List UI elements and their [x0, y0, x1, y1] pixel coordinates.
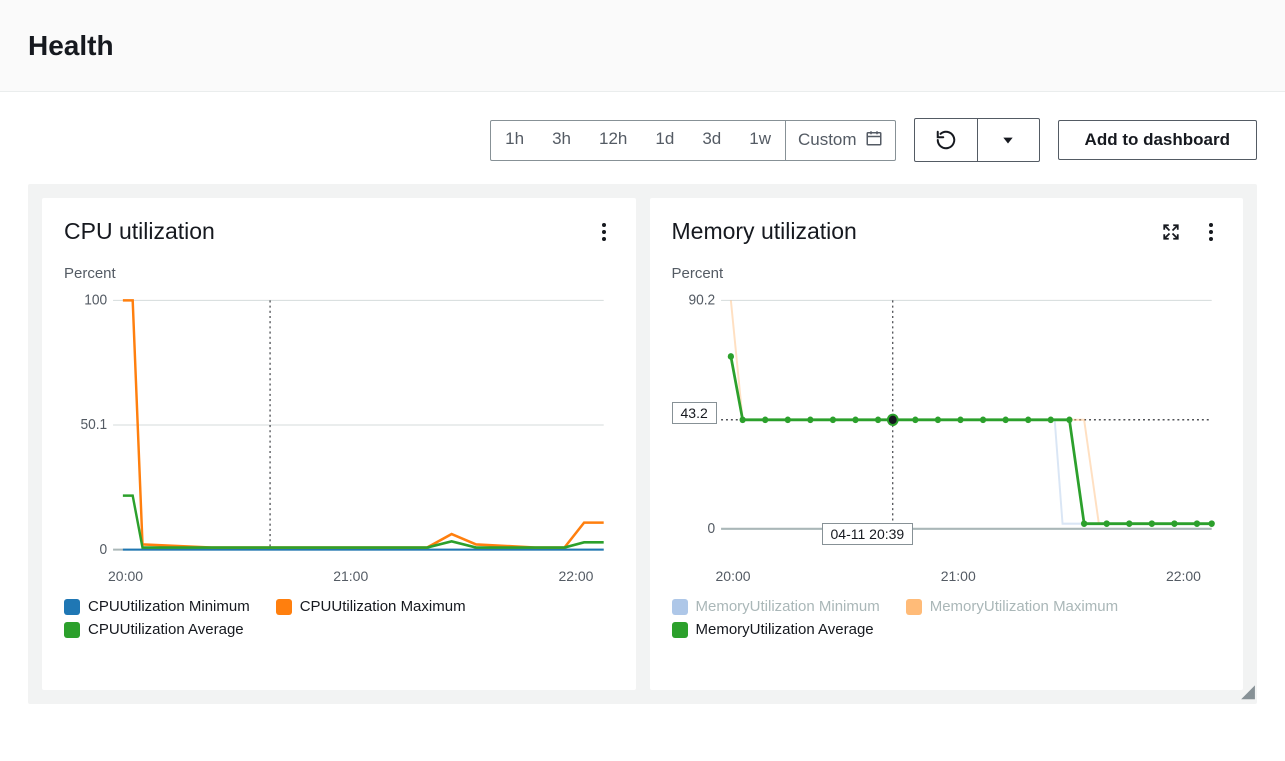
header: Health — [0, 0, 1285, 92]
time-range-custom-label: Custom — [798, 130, 857, 150]
cpu-ylabel: Percent — [64, 265, 614, 282]
memory-panel-menu-button[interactable] — [1201, 222, 1221, 242]
svg-text:0: 0 — [100, 540, 108, 556]
cpu-xticks: 20:00 21:00 22:00 — [64, 568, 614, 584]
swatch-icon — [64, 599, 80, 615]
cpu-legend: CPUUtilization Minimum CPUUtilization Ma… — [64, 598, 614, 638]
swatch-icon — [672, 622, 688, 638]
time-range-12h[interactable]: 12h — [585, 121, 641, 160]
panels-container: CPU utilization Percent 100 50.1 0 — [28, 184, 1257, 704]
svg-text:100: 100 — [84, 291, 107, 307]
legend-mem-avg[interactable]: MemoryUtilization Average — [672, 621, 874, 638]
svg-text:50.1: 50.1 — [80, 416, 107, 432]
refresh-button[interactable] — [915, 119, 977, 161]
time-range-custom[interactable]: Custom — [785, 121, 895, 160]
time-range-1d[interactable]: 1d — [641, 121, 688, 160]
refresh-dropdown-button[interactable] — [977, 119, 1039, 161]
time-range-3d[interactable]: 3d — [688, 121, 735, 160]
legend-mem-min[interactable]: MemoryUtilization Minimum — [672, 598, 880, 615]
swatch-icon — [906, 599, 922, 615]
legend-cpu-avg[interactable]: CPUUtilization Average — [64, 621, 244, 638]
cpu-panel: CPU utilization Percent 100 50.1 0 — [42, 198, 636, 690]
legend-cpu-max[interactable]: CPUUtilization Maximum — [276, 598, 466, 615]
legend-mem-max[interactable]: MemoryUtilization Maximum — [906, 598, 1118, 615]
time-range-3h[interactable]: 3h — [538, 121, 585, 160]
svg-text:0: 0 — [707, 520, 715, 536]
time-range-1w[interactable]: 1w — [735, 121, 785, 160]
cpu-panel-menu-button[interactable] — [594, 222, 614, 242]
cpu-plot[interactable]: 100 50.1 0 — [64, 290, 614, 560]
swatch-icon — [672, 599, 688, 615]
memory-panel: Memory utilization Percent 43.2 04-11 20… — [650, 198, 1244, 690]
controls-row: 1h 3h 12h 1d 3d 1w Custom Add to dashboa… — [0, 92, 1285, 162]
time-range-1h[interactable]: 1h — [491, 121, 538, 160]
memory-xticks: 20:00 21:00 22:00 — [672, 568, 1222, 584]
swatch-icon — [276, 599, 292, 615]
refresh-group — [914, 118, 1040, 162]
add-to-dashboard-button[interactable]: Add to dashboard — [1058, 120, 1257, 160]
swatch-icon — [64, 622, 80, 638]
page-title: Health — [28, 30, 114, 62]
memory-plot[interactable]: 43.2 04-11 20:39 90.2 0 — [672, 290, 1222, 560]
memory-legend: MemoryUtilization Minimum MemoryUtilizat… — [672, 598, 1222, 638]
svg-text:90.2: 90.2 — [688, 291, 715, 307]
time-range-group: 1h 3h 12h 1d 3d 1w Custom — [490, 120, 895, 161]
expand-button[interactable] — [1161, 222, 1181, 242]
memory-panel-title: Memory utilization — [672, 218, 857, 245]
resize-handle-icon: ◢ — [1241, 681, 1255, 702]
calendar-icon — [865, 129, 883, 152]
cpu-panel-title: CPU utilization — [64, 218, 215, 245]
legend-cpu-min[interactable]: CPUUtilization Minimum — [64, 598, 250, 615]
memory-ylabel: Percent — [672, 265, 1222, 282]
